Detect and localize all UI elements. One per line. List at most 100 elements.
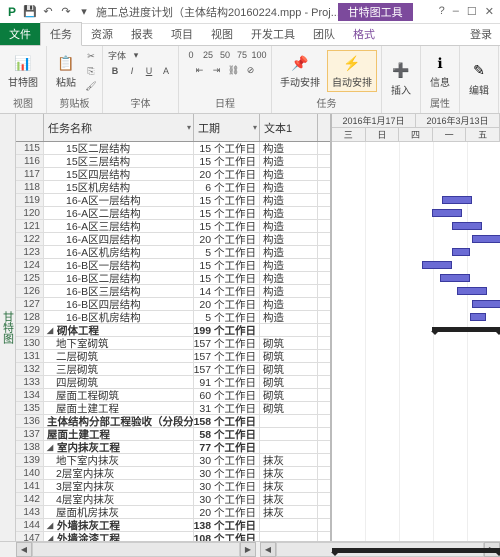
save-icon[interactable]: 💾 bbox=[22, 4, 38, 20]
table-row[interactable]: 136主体结构分部工程验收（分段分层）158 个工作日 bbox=[16, 415, 330, 428]
duration-cell[interactable]: 30 个工作日 bbox=[194, 454, 260, 466]
duration-cell[interactable]: 77 个工作日 bbox=[194, 441, 260, 453]
text1-cell[interactable] bbox=[260, 415, 318, 427]
gantt-bar[interactable] bbox=[470, 313, 486, 321]
row-id[interactable]: 115 bbox=[16, 142, 44, 154]
row-id[interactable]: 138 bbox=[16, 441, 44, 453]
text1-cell[interactable]: 构造 bbox=[260, 142, 318, 154]
duration-cell[interactable]: 199 个工作日 bbox=[194, 324, 260, 336]
row-id[interactable]: 120 bbox=[16, 207, 44, 219]
close-icon[interactable]: ✕ bbox=[485, 5, 494, 18]
row-id[interactable]: 141 bbox=[16, 480, 44, 492]
login-link[interactable]: 登录 bbox=[462, 23, 500, 45]
task-name-cell[interactable]: 16-B区一层结构 bbox=[44, 259, 194, 271]
duration-cell[interactable]: 20 个工作日 bbox=[194, 506, 260, 518]
task-name-cell[interactable]: 屋面土建工程 bbox=[44, 428, 194, 440]
table-row[interactable]: 135屋面土建工程31 个工作日砌筑 bbox=[16, 402, 330, 415]
view-side-label[interactable]: 甘特图 bbox=[0, 114, 16, 541]
text1-cell[interactable]: 砌筑 bbox=[260, 389, 318, 401]
table-row[interactable]: 11615区三层结构15 个工作日构造 bbox=[16, 155, 330, 168]
text1-cell[interactable]: 构造 bbox=[260, 194, 318, 206]
table-row[interactable]: 11916-A区一层结构15 个工作日构造 bbox=[16, 194, 330, 207]
duration-cell[interactable]: 158 个工作日 bbox=[194, 415, 260, 427]
row-id[interactable]: 142 bbox=[16, 493, 44, 505]
tab-report[interactable]: 报表 bbox=[122, 23, 162, 45]
table-row[interactable]: 129◢砌体工程199 个工作日 bbox=[16, 324, 330, 337]
scroll-right-icon[interactable]: ▶ bbox=[240, 542, 256, 557]
row-id[interactable]: 132 bbox=[16, 363, 44, 375]
text1-cell[interactable]: 砌筑 bbox=[260, 350, 318, 362]
table-row[interactable]: 1402层室内抹灰30 个工作日抹灰 bbox=[16, 467, 330, 480]
table-row[interactable]: 12716-B区四层结构20 个工作日构造 bbox=[16, 298, 330, 311]
duration-cell[interactable]: 15 个工作日 bbox=[194, 194, 260, 206]
collapse-icon[interactable]: ◢ bbox=[47, 443, 56, 452]
unlink-icon[interactable]: ⊘ bbox=[243, 63, 259, 77]
task-name-cell[interactable]: ◢外墙涂漆工程 bbox=[44, 532, 194, 541]
task-name-cell[interactable]: 2层室内抹灰 bbox=[44, 467, 194, 479]
text1-cell[interactable]: 构造 bbox=[260, 298, 318, 310]
format-painter-icon[interactable]: 🖌 bbox=[84, 79, 98, 93]
row-id[interactable]: 135 bbox=[16, 402, 44, 414]
scroll-left-icon[interactable]: ◀ bbox=[16, 542, 32, 557]
duration-cell[interactable]: 15 个工作日 bbox=[194, 272, 260, 284]
task-name-cell[interactable]: ◢外墙抹灰工程 bbox=[44, 519, 194, 531]
text1-cell[interactable]: 抹灰 bbox=[260, 467, 318, 479]
text1-cell[interactable]: 构造 bbox=[260, 285, 318, 297]
task-name-cell[interactable]: 16-B区二层结构 bbox=[44, 272, 194, 284]
row-id[interactable]: 127 bbox=[16, 298, 44, 310]
grid-body[interactable]: 11515区二层结构15 个工作日构造11615区三层结构15 个工作日构造11… bbox=[16, 142, 330, 541]
row-id[interactable]: 116 bbox=[16, 155, 44, 167]
text1-cell[interactable]: 抹灰 bbox=[260, 493, 318, 505]
task-name-cell[interactable]: 主体结构分部工程验收（分段分层） bbox=[44, 415, 194, 427]
task-name-cell[interactable]: 4层室内抹灰 bbox=[44, 493, 194, 505]
task-name-cell[interactable]: 16-A区三层结构 bbox=[44, 220, 194, 232]
task-name-cell[interactable]: 16-A区一层结构 bbox=[44, 194, 194, 206]
tab-resource[interactable]: 资源 bbox=[82, 23, 122, 45]
edit-button[interactable]: ✎编辑 bbox=[464, 59, 494, 99]
table-row[interactable]: 12616-B区三层结构14 个工作日构造 bbox=[16, 285, 330, 298]
task-name-cell[interactable]: 16-B区三层结构 bbox=[44, 285, 194, 297]
duration-cell[interactable]: 20 个工作日 bbox=[194, 233, 260, 245]
task-name-cell[interactable]: 16-A区机房结构 bbox=[44, 246, 194, 258]
col-duration[interactable]: 工期▾ bbox=[194, 114, 260, 141]
tab-team[interactable]: 团队 bbox=[304, 23, 344, 45]
duration-cell[interactable]: 15 个工作日 bbox=[194, 207, 260, 219]
text1-cell[interactable]: 抹灰 bbox=[260, 506, 318, 518]
outdent-icon[interactable]: ⇤ bbox=[192, 63, 208, 77]
row-id[interactable]: 139 bbox=[16, 454, 44, 466]
font-color-icon[interactable]: A bbox=[158, 64, 174, 78]
table-row[interactable]: 134屋面工程砌筑60 个工作日砌筑 bbox=[16, 389, 330, 402]
row-id[interactable]: 144 bbox=[16, 519, 44, 531]
text1-cell[interactable] bbox=[260, 519, 318, 531]
table-row[interactable]: 11715区四层结构20 个工作日构造 bbox=[16, 168, 330, 181]
text1-cell[interactable]: 构造 bbox=[260, 168, 318, 180]
gantt-bars-area[interactable] bbox=[332, 142, 500, 541]
pct-0-icon[interactable]: 0 bbox=[183, 48, 199, 62]
task-name-cell[interactable]: 地下室砌筑 bbox=[44, 337, 194, 349]
task-name-cell[interactable]: 15区二层结构 bbox=[44, 142, 194, 154]
gantt-bar[interactable] bbox=[422, 261, 452, 269]
row-id[interactable]: 124 bbox=[16, 259, 44, 271]
pct-50-icon[interactable]: 50 bbox=[217, 48, 233, 62]
collapse-icon[interactable]: ◢ bbox=[47, 534, 56, 542]
task-name-cell[interactable]: 16-A区二层结构 bbox=[44, 207, 194, 219]
task-name-cell[interactable]: 16-A区四层结构 bbox=[44, 233, 194, 245]
table-row[interactable]: 144◢外墙抹灰工程138 个工作日 bbox=[16, 519, 330, 532]
bold-button[interactable]: B bbox=[107, 64, 123, 78]
h-scrollbar-grid[interactable] bbox=[32, 542, 240, 557]
text1-cell[interactable] bbox=[260, 428, 318, 440]
col-id[interactable] bbox=[16, 114, 44, 141]
row-id[interactable]: 133 bbox=[16, 376, 44, 388]
task-name-cell[interactable]: 16-B区机房结构 bbox=[44, 311, 194, 323]
manual-schedule-button[interactable]: 📌手动安排 bbox=[276, 51, 324, 91]
row-id[interactable]: 119 bbox=[16, 194, 44, 206]
text1-cell[interactable]: 抹灰 bbox=[260, 454, 318, 466]
gantt-bar[interactable] bbox=[457, 287, 487, 295]
row-id[interactable]: 122 bbox=[16, 233, 44, 245]
row-id[interactable]: 121 bbox=[16, 220, 44, 232]
duration-cell[interactable]: 60 个工作日 bbox=[194, 389, 260, 401]
pct-75-icon[interactable]: 75 bbox=[234, 48, 250, 62]
table-row[interactable]: 138◢室内抹灰工程77 个工作日 bbox=[16, 441, 330, 454]
minimize-icon[interactable]: – bbox=[453, 5, 459, 18]
table-row[interactable]: 12216-A区四层结构20 个工作日构造 bbox=[16, 233, 330, 246]
